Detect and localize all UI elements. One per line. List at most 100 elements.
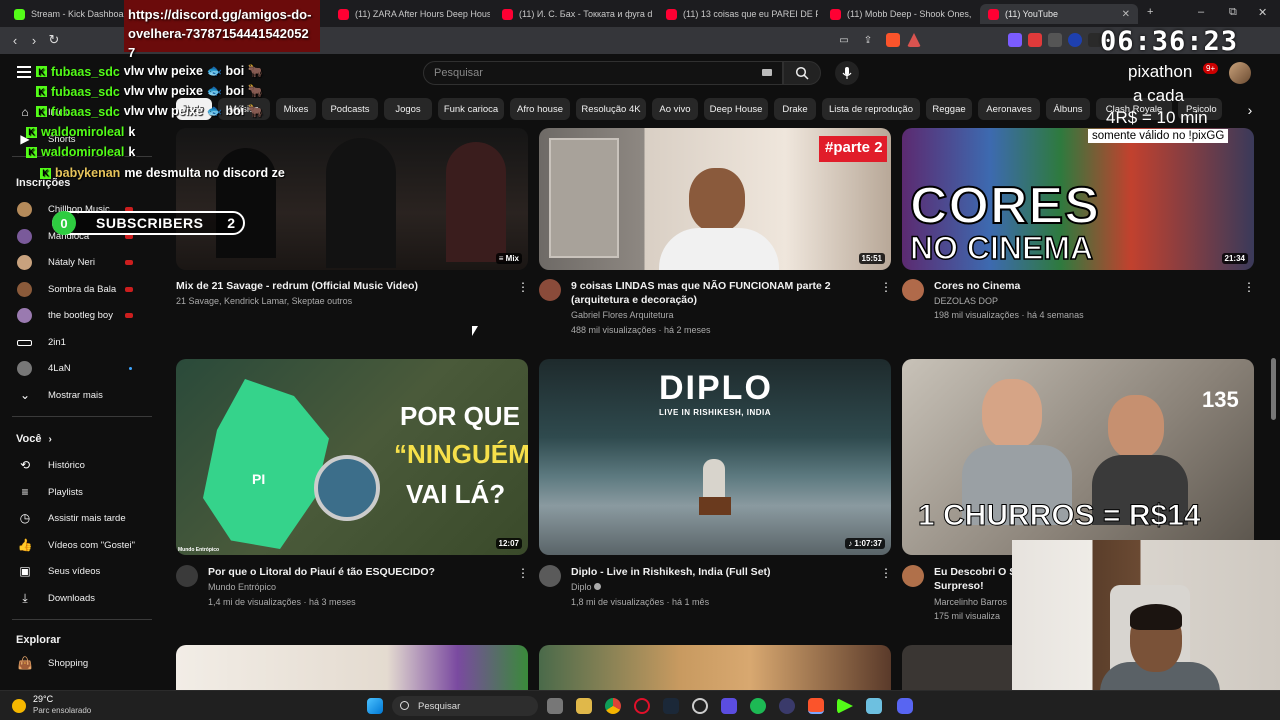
video-channel[interactable]: DEZOLAS DOP bbox=[934, 296, 998, 306]
obs-icon[interactable] bbox=[692, 698, 708, 714]
reload-icon[interactable]: ↻ bbox=[46, 32, 62, 48]
channel-avatar[interactable] bbox=[539, 279, 561, 301]
brave-icon[interactable] bbox=[808, 698, 824, 714]
chip-mixes[interactable]: Mixes bbox=[276, 98, 316, 120]
windows-start-icon[interactable] bbox=[367, 698, 383, 714]
more-options-icon[interactable]: ⋮ bbox=[880, 280, 892, 294]
app-grid-icon[interactable] bbox=[721, 698, 737, 714]
chip-reggae[interactable]: Reggae bbox=[926, 98, 972, 120]
spotify-icon[interactable] bbox=[750, 698, 766, 714]
video-thumbnail[interactable]: 135 1 CHURROS = R$14 bbox=[902, 359, 1254, 555]
brave-shield-icon[interactable] bbox=[886, 33, 900, 47]
kick-app-icon[interactable] bbox=[837, 698, 853, 714]
chrome-icon[interactable] bbox=[605, 698, 621, 714]
video-title[interactable]: 9 coisas LINDAS mas que NÃO FUNCIONAM pa… bbox=[571, 279, 861, 307]
discord-icon[interactable] bbox=[897, 698, 913, 714]
chip-resolucao-4k[interactable]: Resolução 4K bbox=[576, 98, 646, 120]
sidebar-item-history[interactable]: ⟲ Histórico bbox=[0, 453, 155, 477]
task-view-icon[interactable] bbox=[547, 698, 563, 714]
maximize-button[interactable]: ⧉ bbox=[1229, 6, 1237, 19]
close-tab-icon[interactable]: ✕ bbox=[1122, 9, 1130, 20]
sidebar-item-watch-later[interactable]: ◷ Assistir mais tarde bbox=[0, 506, 155, 530]
video-channel[interactable]: Marcelinho Barros bbox=[934, 597, 1007, 607]
file-explorer-icon[interactable] bbox=[576, 698, 592, 714]
video-thumbnail[interactable]: DIPLO LIVE IN RISHIKESH, INDIA ♪ 1:07:37 bbox=[539, 359, 891, 555]
sidebar-item-subscription[interactable]: Nátaly Neri bbox=[0, 250, 155, 274]
more-options-icon[interactable]: ⋮ bbox=[517, 280, 529, 294]
chip-ao-vivo[interactable]: Ao vivo bbox=[652, 98, 698, 120]
sidebar-item-downloads[interactable]: ⤓ Downloads bbox=[0, 586, 155, 610]
video-thumbnail[interactable]: CORES NO CINEMA 21:34 bbox=[902, 128, 1254, 270]
chevron-right-icon[interactable]: › bbox=[1240, 100, 1260, 120]
search-button[interactable] bbox=[783, 61, 821, 85]
avatar[interactable] bbox=[1229, 62, 1251, 84]
chip-podcasts[interactable]: Podcasts bbox=[322, 98, 378, 120]
extension-icon[interactable] bbox=[1068, 33, 1082, 47]
tab-bach[interactable]: (11) И. С. Бах - Токката и фуга d mo bbox=[494, 4, 654, 24]
sidebar-item-your-videos[interactable]: ▣ Seus vídeos bbox=[0, 559, 155, 583]
sidebar-item-liked[interactable]: 👍 Vídeos com "Gostei" bbox=[0, 533, 155, 557]
extension-icon[interactable] bbox=[1008, 33, 1022, 47]
extension-icon[interactable] bbox=[1048, 33, 1062, 47]
more-options-icon[interactable]: ⋮ bbox=[1243, 280, 1255, 294]
new-tab-button[interactable]: + bbox=[1147, 6, 1153, 18]
forward-icon[interactable]: › bbox=[26, 32, 42, 48]
search-input[interactable]: Pesquisar bbox=[423, 61, 783, 85]
channel-avatar[interactable] bbox=[539, 565, 561, 587]
chip-aeronaves[interactable]: Aeronaves bbox=[978, 98, 1040, 120]
extension-icon[interactable] bbox=[1028, 33, 1042, 47]
close-window-button[interactable]: ✕ bbox=[1258, 6, 1267, 19]
channel-avatar[interactable] bbox=[902, 565, 924, 587]
video-channel[interactable]: 21 Savage, Kendrick Lamar, Skeptae outro… bbox=[176, 296, 352, 306]
video-thumbnail[interactable]: #parte 2 15:51 bbox=[539, 128, 891, 270]
app-icon[interactable] bbox=[779, 698, 795, 714]
notepad-icon[interactable] bbox=[866, 698, 882, 714]
tab-kick-dashboard[interactable]: Stream - Kick Dashboard bbox=[6, 4, 124, 24]
sidebar-item-subscription[interactable]: 4LaN bbox=[0, 356, 155, 380]
you-heading[interactable]: Você › bbox=[16, 433, 52, 445]
chip-albuns[interactable]: Álbuns bbox=[1046, 98, 1090, 120]
tab-zara[interactable]: (11) ZARA After Hours Deep House M bbox=[330, 4, 490, 24]
back-icon[interactable]: ‹ bbox=[7, 32, 23, 48]
keyboard-icon[interactable] bbox=[762, 69, 772, 76]
video-channel[interactable]: Diplo bbox=[571, 582, 602, 592]
sidebar-item-subscription[interactable]: Sombra da Bala bbox=[0, 277, 155, 301]
tab-13-coisas[interactable]: (11) 13 coisas que eu PAREI DE FAZER bbox=[658, 4, 818, 24]
tab-youtube-active[interactable]: (11) YouTube ✕ bbox=[980, 4, 1138, 24]
minimize-button[interactable]: – bbox=[1198, 6, 1204, 18]
brave-rewards-icon[interactable] bbox=[907, 33, 921, 47]
steam-icon[interactable] bbox=[663, 698, 679, 714]
screen-cast-icon[interactable]: ▭ bbox=[836, 32, 852, 48]
sidebar-item-playlists[interactable]: ≡ Playlists bbox=[0, 480, 155, 504]
chip-drake[interactable]: Drake bbox=[774, 98, 816, 120]
chip-deep-house[interactable]: Deep House bbox=[704, 98, 768, 120]
video-thumbnail[interactable]: ≡ Mix bbox=[176, 128, 528, 270]
tab-mobb-deep[interactable]: (11) Mobb Deep - Shook Ones, Pt. II bbox=[822, 4, 974, 24]
taskbar-search[interactable]: Pesquisar bbox=[392, 696, 538, 716]
more-options-icon[interactable]: ⋮ bbox=[880, 566, 892, 580]
video-title[interactable]: Mix de 21 Savage - redrum (Official Musi… bbox=[176, 279, 506, 293]
channel-avatar[interactable] bbox=[176, 565, 198, 587]
opera-icon[interactable] bbox=[634, 698, 650, 714]
video-title[interactable]: Por que o Litoral do Piauí é tão ESQUECI… bbox=[208, 565, 508, 579]
sidebar-item-subscription[interactable]: the bootleg boy bbox=[0, 303, 155, 327]
sidebar-item-subscription[interactable]: 2in1 bbox=[0, 330, 155, 354]
share-icon[interactable]: ⇪ bbox=[860, 32, 876, 48]
video-title[interactable]: Cores no Cinema bbox=[934, 279, 1224, 293]
chip-jogos[interactable]: Jogos bbox=[384, 98, 432, 120]
chip-lista-reproducao[interactable]: Lista de reprodução bbox=[822, 98, 920, 120]
scrollbar[interactable] bbox=[1271, 358, 1276, 420]
video-channel[interactable]: Mundo Entrópico bbox=[208, 582, 276, 592]
weather-widget[interactable]: 29°C Parc ensolarado bbox=[0, 691, 120, 720]
chip-afro-house[interactable]: Afro house bbox=[510, 98, 570, 120]
video-channel[interactable]: Gabriel Flores Arquitetura bbox=[571, 310, 674, 320]
show-more-button[interactable]: ⌄ Mostrar mais bbox=[0, 383, 155, 407]
more-options-icon[interactable]: ⋮ bbox=[517, 566, 529, 580]
channel-avatar[interactable] bbox=[902, 279, 924, 301]
menu-icon[interactable] bbox=[17, 66, 31, 78]
sidebar-item-shopping[interactable]: 👜 Shopping bbox=[0, 651, 155, 675]
video-title[interactable]: Eu Descobri O S Surpreso! bbox=[934, 565, 1014, 593]
voice-search-button[interactable] bbox=[835, 61, 859, 85]
video-thumbnail[interactable]: PI POR QUE “NINGUÉM” VAI LÁ? Mundo Entró… bbox=[176, 359, 528, 555]
video-title[interactable]: Diplo - Live in Rishikesh, India (Full S… bbox=[571, 565, 861, 579]
